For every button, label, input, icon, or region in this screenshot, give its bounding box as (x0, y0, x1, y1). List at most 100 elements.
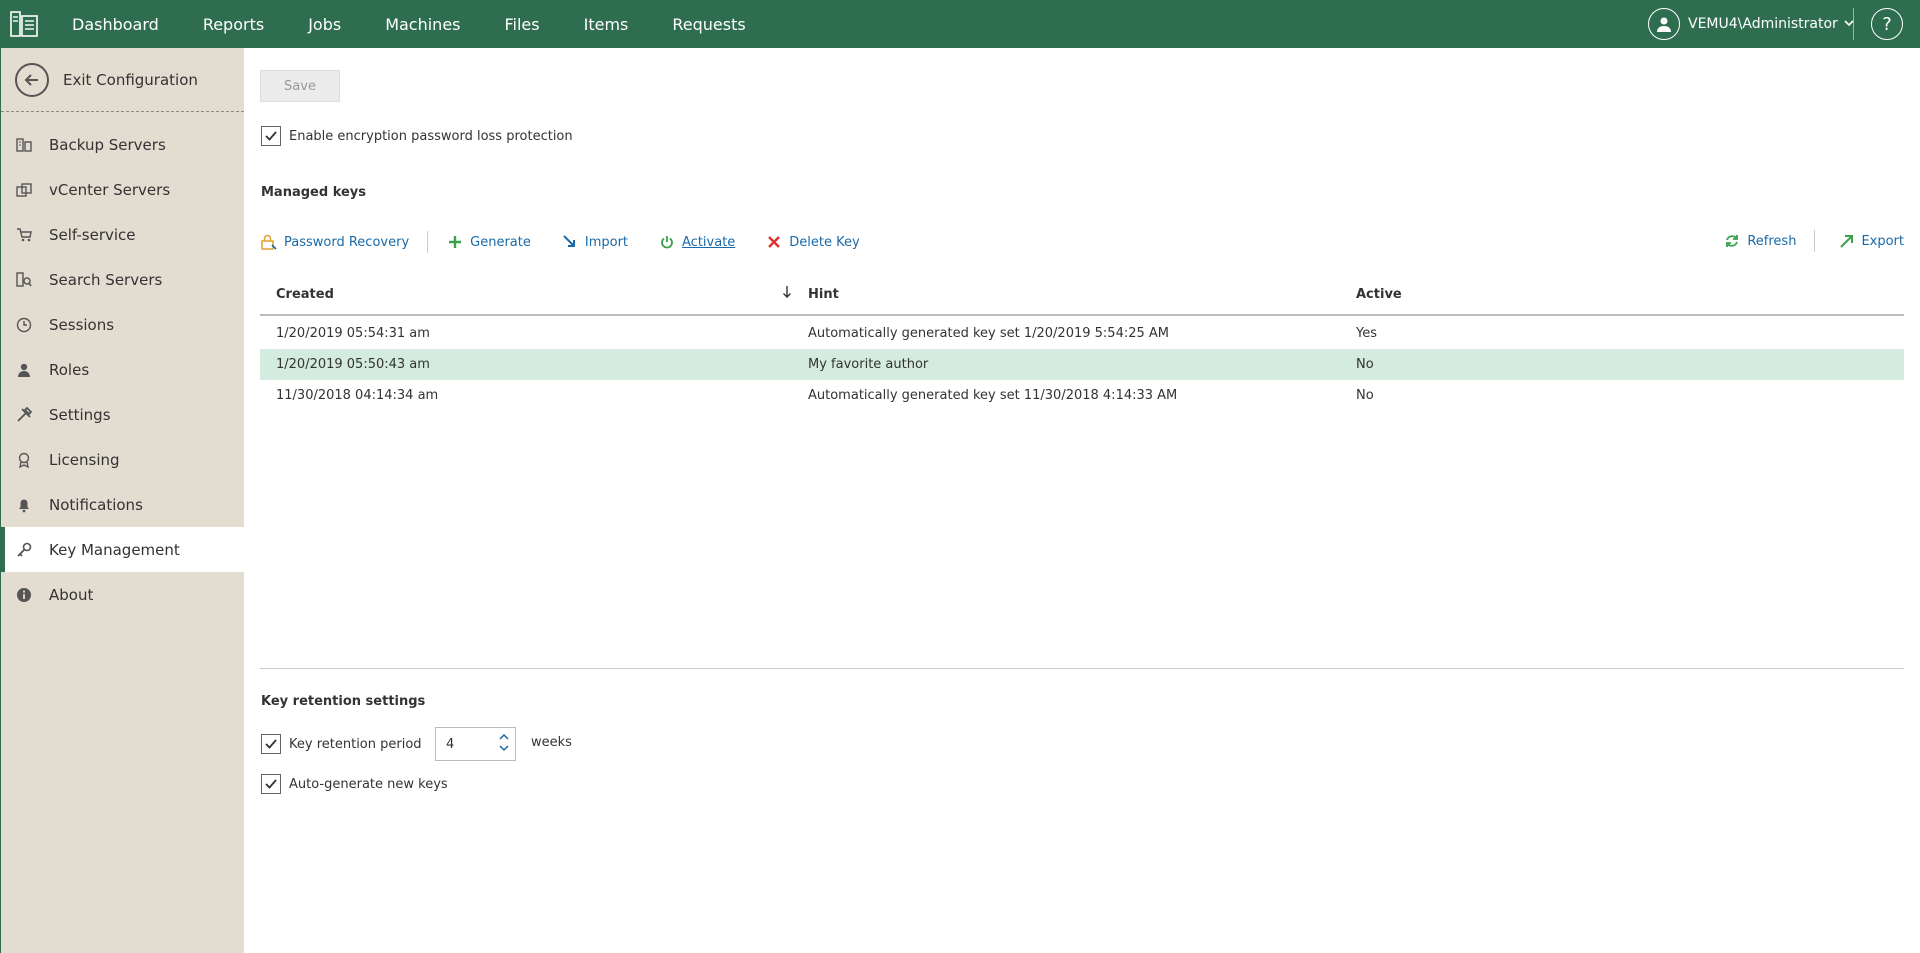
person-icon (15, 361, 33, 379)
sidebar-item-label: Self-service (49, 225, 136, 244)
sidebar-menu: Backup Servers vCenter Servers Self-serv… (1, 112, 252, 617)
auto-generate-label: Auto-generate new keys (289, 776, 448, 792)
cell-created: 11/30/2018 04:14:34 am (276, 388, 439, 403)
sidebar-item-label: Roles (49, 360, 90, 379)
cell-active: No (1356, 388, 1374, 403)
nav-jobs[interactable]: Jobs (286, 0, 363, 48)
activate-button[interactable]: Activate (658, 233, 735, 251)
help-button[interactable]: ? (1871, 8, 1903, 40)
retention-period-unit: weeks (531, 735, 572, 750)
configuration-sidebar: Exit Configuration Backup Servers vCente… (0, 48, 252, 953)
activate-label: Activate (682, 234, 736, 250)
back-arrow-icon (15, 62, 49, 97)
sidebar-item-roles[interactable]: Roles (1, 347, 244, 392)
main-nav: Dashboard Reports Jobs Machines Files It… (48, 0, 768, 48)
tools-icon (15, 406, 33, 424)
sidebar-item-search-servers[interactable]: Search Servers (1, 257, 244, 302)
user-menu[interactable]: VEMU4\Administrator (1648, 0, 1854, 48)
search-server-icon (15, 271, 33, 289)
cart-icon (15, 226, 33, 244)
delete-key-button[interactable]: Delete Key (765, 233, 860, 251)
toolbar-right-group: Refresh Export (1701, 230, 1904, 252)
cell-active: No (1356, 357, 1374, 372)
sidebar-item-self-service[interactable]: Self-service (1, 212, 244, 257)
server-icon (15, 136, 33, 154)
auto-generate-checkbox[interactable] (261, 774, 281, 794)
app-logo-icon[interactable] (0, 0, 48, 48)
sidebar-item-key-management[interactable]: Key Management (1, 527, 252, 572)
sidebar-item-label: Notifications (49, 495, 143, 514)
cell-active: Yes (1356, 326, 1377, 341)
sidebar-item-sessions[interactable]: Sessions (1, 302, 244, 347)
nav-requests[interactable]: Requests (650, 0, 767, 48)
save-button[interactable]: Save (260, 70, 340, 102)
table-row-selected[interactable]: 1/20/2019 05:50:43 am My favorite author… (260, 349, 1904, 380)
keys-toolbar: Password Recovery Generate Import Activa… (260, 230, 1904, 254)
section-divider (260, 668, 1904, 669)
cell-created: 1/20/2019 05:54:31 am (276, 326, 430, 341)
sidebar-item-notifications[interactable]: Notifications (1, 482, 244, 527)
table-row[interactable]: 1/20/2019 05:54:31 am Automatically gene… (260, 318, 1904, 349)
refresh-label: Refresh (1747, 233, 1797, 249)
encryption-protection-row: Enable encryption password loss protecti… (261, 126, 573, 146)
column-header-hint[interactable]: Hint (808, 287, 1356, 302)
table-row[interactable]: 11/30/2018 04:14:34 am Automatically gen… (260, 380, 1904, 411)
toolbar-divider (1814, 230, 1816, 252)
stepper-down-icon[interactable] (499, 744, 509, 756)
exit-configuration-button[interactable]: Exit Configuration (1, 48, 244, 112)
column-header-label: Created (276, 286, 334, 302)
nav-dashboard[interactable]: Dashboard (48, 0, 181, 48)
toolbar-divider (427, 231, 429, 253)
sidebar-item-backup-servers[interactable]: Backup Servers (1, 122, 244, 167)
sidebar-item-vcenter-servers[interactable]: vCenter Servers (1, 167, 244, 212)
cell-hint: Automatically generated key set 11/30/20… (808, 388, 1178, 403)
top-navigation-bar: Dashboard Reports Jobs Machines Files It… (0, 0, 1920, 48)
generate-label: Generate (470, 234, 531, 250)
table-header: Created Hint Active (260, 274, 1904, 316)
stepper-arrows (493, 732, 515, 756)
sidebar-item-label: About (49, 585, 94, 604)
sidebar-item-settings[interactable]: Settings (1, 392, 244, 437)
import-button[interactable]: Import (561, 233, 628, 251)
sidebar-item-label: Sessions (49, 315, 115, 334)
key-icon (15, 541, 33, 559)
user-name: VEMU4\Administrator (1688, 16, 1838, 32)
import-arrow-icon (561, 233, 579, 251)
stepper-up-icon[interactable] (499, 732, 509, 744)
export-label: Export (1861, 233, 1904, 249)
bell-icon (15, 496, 33, 514)
password-recovery-button[interactable]: Password Recovery (260, 233, 409, 251)
sort-down-arrow-icon (782, 285, 792, 303)
nav-files[interactable]: Files (483, 0, 562, 48)
cell-created: 1/20/2019 05:50:43 am (276, 357, 430, 372)
nav-reports[interactable]: Reports (181, 0, 286, 48)
sidebar-item-about[interactable]: About (1, 572, 244, 617)
export-button[interactable]: Export (1837, 232, 1904, 250)
managed-keys-title: Managed keys (261, 185, 367, 200)
nav-items[interactable]: Items (562, 0, 651, 48)
column-header-active[interactable]: Active (1356, 287, 1904, 302)
info-icon (15, 586, 33, 604)
sidebar-item-label: Licensing (49, 450, 120, 469)
sidebar-item-licensing[interactable]: Licensing (1, 437, 244, 482)
generate-button[interactable]: Generate (446, 233, 531, 251)
sidebar-item-label: Backup Servers (49, 135, 166, 154)
divider (1853, 8, 1854, 40)
key-retention-period-label: Key retention period (289, 736, 422, 752)
exit-configuration-label: Exit Configuration (63, 70, 198, 89)
encryption-protection-checkbox[interactable] (261, 126, 281, 146)
refresh-icon (1723, 232, 1741, 250)
key-retention-period-checkbox[interactable] (261, 734, 281, 754)
column-header-created[interactable]: Created (260, 285, 808, 303)
password-recovery-icon (260, 233, 278, 251)
refresh-button[interactable]: Refresh (1723, 232, 1796, 250)
retention-period-value[interactable]: 4 (436, 737, 493, 752)
retention-period-stepper[interactable]: 4 (435, 727, 516, 761)
sidebar-item-label: Settings (49, 405, 111, 424)
sidebar-item-label: Key Management (49, 540, 180, 559)
delete-x-icon (765, 233, 783, 251)
sidebar-item-label: vCenter Servers (49, 180, 171, 199)
encryption-protection-label: Enable encryption password loss protecti… (289, 128, 573, 144)
nav-machines[interactable]: Machines (363, 0, 482, 48)
key-retention-title: Key retention settings (261, 694, 426, 709)
